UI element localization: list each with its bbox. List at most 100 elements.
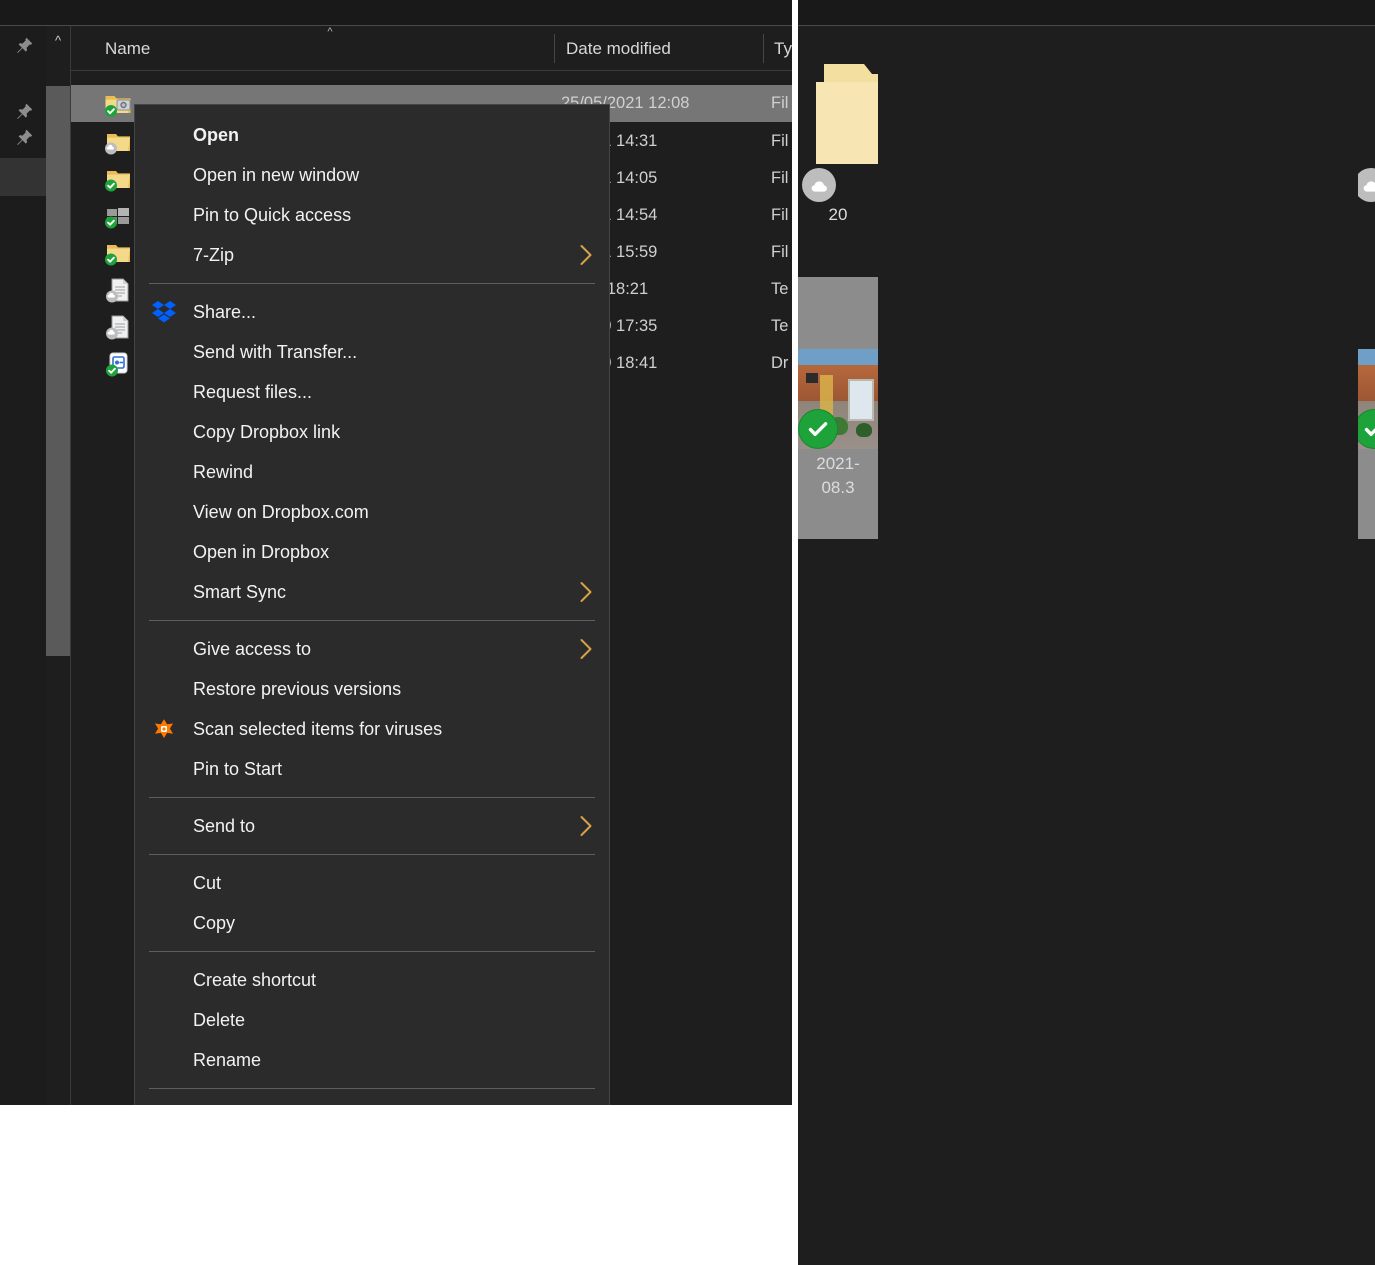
menu-item-label: Open: [193, 125, 240, 145]
menu-item-send-to[interactable]: Send to: [135, 806, 609, 846]
column-header-date-modified[interactable]: Date modified: [566, 26, 671, 71]
cloud-badge-icon: [802, 168, 836, 202]
menu-separator: [149, 854, 595, 855]
menu-item-open[interactable]: Open: [135, 115, 609, 155]
navigation-rail: [0, 26, 46, 1105]
menu-item-smart-sync[interactable]: Smart Sync: [135, 572, 609, 612]
menu-separator: [149, 951, 595, 952]
column-divider[interactable]: [554, 34, 555, 63]
cell-type: Fil: [771, 132, 789, 150]
menu-item-delete[interactable]: Delete: [135, 1000, 609, 1040]
column-divider[interactable]: [763, 34, 764, 63]
cloud-badge-icon: [1358, 168, 1375, 202]
menu-item-label: Pin to Start: [193, 759, 283, 779]
folder-context-menu[interactable]: Open Open in new window Pin to Quick acces…: [134, 104, 610, 1105]
menu-item-cut[interactable]: Cut: [135, 863, 609, 903]
menu-item-open-in-new-window[interactable]: Open in new window: [135, 155, 609, 195]
thumbnail-label-line2: 08.3: [821, 478, 855, 497]
thumbnail-label: 20: [828, 205, 848, 224]
cell-type: Fil: [771, 169, 789, 187]
menu-item-view-on-dropbox-com[interactable]: View on Dropbox.com: [135, 492, 609, 532]
chevron-right-icon: [579, 815, 593, 837]
menu-item-label: Smart Sync: [193, 582, 287, 602]
menu-item-restore-previous-versions[interactable]: Restore previous versions: [135, 669, 609, 709]
photo-window-detail: [848, 379, 874, 421]
menu-item-7-zip[interactable]: 7-Zip: [135, 235, 609, 275]
avast-icon: [151, 716, 177, 742]
menu-item-properties[interactable]: Properties: [135, 1097, 609, 1105]
menu-item-give-access-to[interactable]: Give access to: [135, 629, 609, 669]
thumbnail-tile-photo-partial[interactable]: [1358, 349, 1375, 539]
pin-icon[interactable]: [14, 128, 38, 152]
menu-item-copy-dropbox-link[interactable]: Copy Dropbox link: [135, 412, 609, 452]
menu-item-open-in-dropbox[interactable]: Open in Dropbox: [135, 532, 609, 572]
rail-selected-indicator: [0, 158, 46, 196]
explorer-toolbar-strip: [798, 0, 1375, 26]
chevron-up-icon[interactable]: ^: [48, 32, 68, 50]
pin-icon[interactable]: [14, 102, 38, 126]
menu-item-label: Give access to: [193, 639, 312, 659]
menu-item-label: Create shortcut: [193, 970, 317, 990]
menu-item-rewind[interactable]: Rewind: [135, 452, 609, 492]
thumbnail-tile-folder[interactable]: 20: [798, 27, 878, 277]
menu-item-label: Rename: [193, 1050, 262, 1070]
menu-item-label: Rewind: [193, 462, 254, 482]
menu-separator: [149, 797, 595, 798]
menu-separator: [149, 620, 595, 621]
column-header-type[interactable]: Ty: [774, 26, 792, 71]
chevron-right-icon: [579, 638, 593, 660]
folder-synced-icon: [104, 165, 132, 193]
menu-item-pin-to-start[interactable]: Pin to Start: [135, 749, 609, 789]
menu-item-label: Send with Transfer...: [193, 342, 358, 362]
document-cloud-icon: [104, 313, 132, 341]
photo-trellis-detail: [820, 375, 833, 415]
screenshot-root: ^ ^ Name Date modified Ty 25/05/2021 12:…: [0, 0, 1375, 1265]
menu-item-label: Restore previous versions: [193, 679, 402, 699]
explorer-window-left: ^ ^ Name Date modified Ty 25/05/2021 12:…: [0, 0, 792, 1105]
pin-icon[interactable]: [14, 36, 38, 60]
menu-item-label: Send to: [193, 816, 256, 836]
column-header-name[interactable]: Name: [105, 26, 150, 71]
cell-type: Fil: [771, 243, 789, 261]
menu-item-label: Share...: [193, 302, 257, 322]
cell-type: Dr: [771, 354, 789, 372]
folder-cloud-icon: [104, 128, 132, 156]
menu-item-label: Scan selected items for viruses: [193, 719, 443, 739]
folder-synced-icon: [104, 239, 132, 267]
menu-item-label: 7-Zip: [193, 245, 235, 265]
menu-item-send-with-transfer[interactable]: Send with Transfer...: [135, 332, 609, 372]
green-check-badge-icon: [1358, 410, 1375, 448]
explorer-window-right: 20 2021- 08.3: [798, 0, 1375, 1265]
thumbnail-tile-folder-partial[interactable]: [1358, 27, 1375, 277]
menu-item-label: Cut: [193, 873, 222, 893]
menu-item-label: Copy: [193, 913, 236, 933]
menu-item-share[interactable]: Share...: [135, 292, 609, 332]
menu-item-request-files[interactable]: Request files...: [135, 372, 609, 412]
dropbox-icon: [151, 299, 177, 325]
menu-item-label: View on Dropbox.com: [193, 502, 369, 522]
thumbnail-tile-photo[interactable]: 2021- 08.3: [798, 349, 878, 539]
menu-item-label: Open in new window: [193, 165, 360, 185]
explorer-toolbar-strip: [0, 0, 792, 26]
menu-item-rename[interactable]: Rename: [135, 1040, 609, 1080]
menu-item-label: Request files...: [193, 382, 313, 402]
cell-type: Fil: [771, 206, 789, 224]
menu-item-copy[interactable]: Copy: [135, 903, 609, 943]
tree-scrollbar-thumb[interactable]: [46, 86, 70, 656]
cell-type: Fil: [771, 94, 789, 112]
menu-item-create-shortcut[interactable]: Create shortcut: [135, 960, 609, 1000]
menu-separator: [149, 1088, 595, 1089]
menu-item-label: Delete: [193, 1010, 246, 1030]
menu-item-scan-selected-items-for-viruses[interactable]: Scan selected items for viruses: [135, 709, 609, 749]
photo-plant-detail: [856, 423, 872, 437]
menu-separator: [149, 283, 595, 284]
cell-type: Te: [771, 317, 789, 335]
sort-ascending-icon[interactable]: ^: [321, 26, 339, 40]
dropbox-paper-icon: [104, 350, 132, 378]
menu-item-label: Open in Dropbox: [193, 542, 330, 562]
green-check-badge-icon: [799, 410, 837, 448]
windows-folder-icon: [104, 202, 132, 230]
menu-item-pin-to-quick-access[interactable]: Pin to Quick access: [135, 195, 609, 235]
photo-door-detail: [806, 373, 818, 383]
menu-item-label: Copy Dropbox link: [193, 422, 341, 442]
